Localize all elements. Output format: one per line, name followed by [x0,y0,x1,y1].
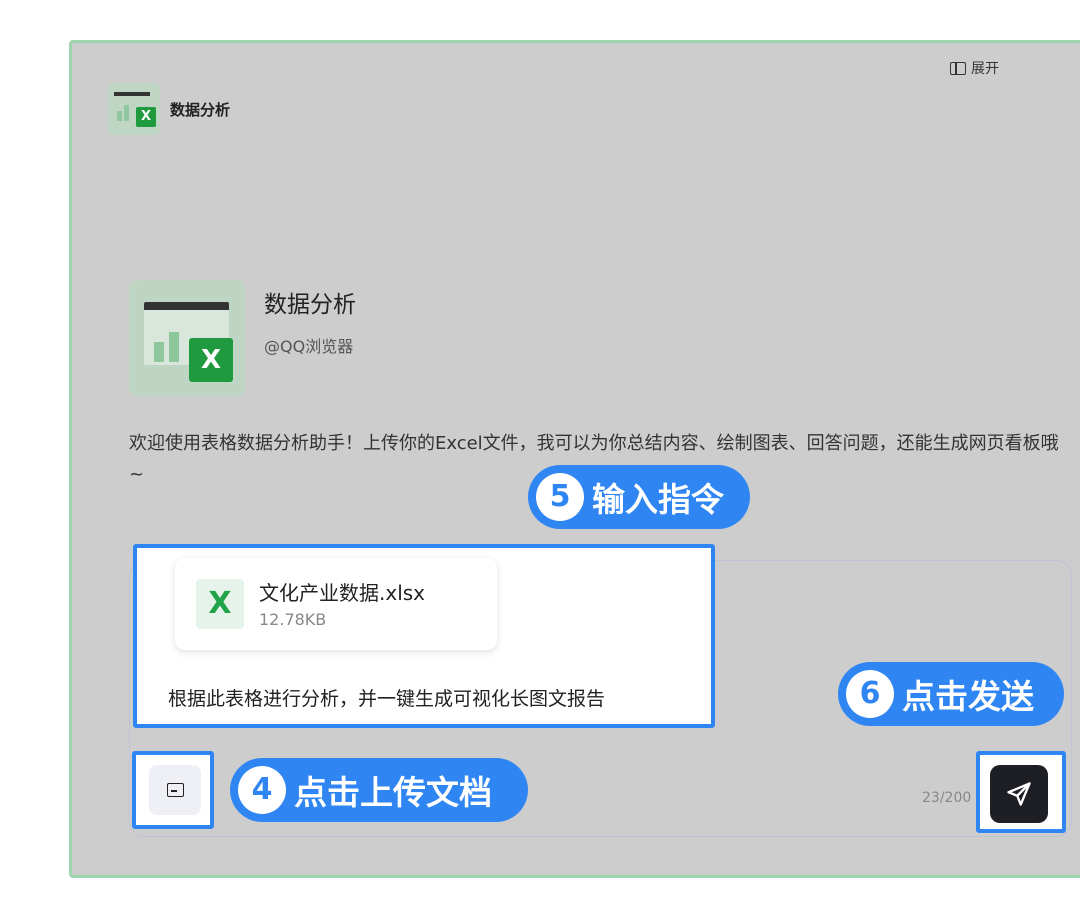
expand-button[interactable]: 展开 [950,58,999,78]
excel-file-icon: X [196,579,244,629]
expand-label: 展开 [971,61,999,77]
callout-click-send: 6 点击发送 [838,662,1064,726]
char-counter: 23/200 [922,790,972,806]
app-window: X 数据分析 X 数据分析 @QQ浏览器 欢迎使用表格数据分析助手！上传你的Ex… [69,40,1080,878]
agent-logo-icon: X [129,280,245,396]
excel-badge-large: X [189,338,233,382]
top-bar: X 数据分析 [108,83,230,135]
send-button[interactable] [990,765,1048,823]
folder-icon [167,783,184,797]
callout-input-instruction: 5 输入指令 [528,465,750,529]
file-size: 12.78KB [259,610,327,629]
prompt-text[interactable]: 根据此表格进行分析，并一键生成可视化长图文报告 [168,684,605,711]
send-highlight [976,751,1066,833]
callout-label: 点击发送 [902,677,1034,716]
excel-badge: X [136,107,156,127]
step-number: 5 [536,473,584,521]
app-title: 数据分析 [170,100,231,119]
callout-label: 点击上传文档 [294,773,492,812]
upload-highlight [132,751,214,829]
prompt-input-area[interactable]: X 文化产业数据.xlsx 12.78KB 根据此表格进行分析，并一键生成可视化… [133,544,715,728]
step-number: 6 [846,670,894,718]
agent-name: 数据分析 [264,292,356,318]
file-name: 文化产业数据.xlsx [259,581,426,605]
attached-file-card[interactable]: X 文化产业数据.xlsx 12.78KB [175,558,497,650]
upload-document-button[interactable] [149,765,201,815]
step-number: 4 [238,766,286,814]
app-logo-icon: X [108,83,160,135]
callout-upload-document: 4 点击上传文档 [230,758,528,822]
callout-label: 输入指令 [592,480,724,519]
agent-author: @QQ浏览器 [264,337,354,356]
send-icon [1007,782,1031,806]
sidebar-toggle-icon [950,61,966,75]
